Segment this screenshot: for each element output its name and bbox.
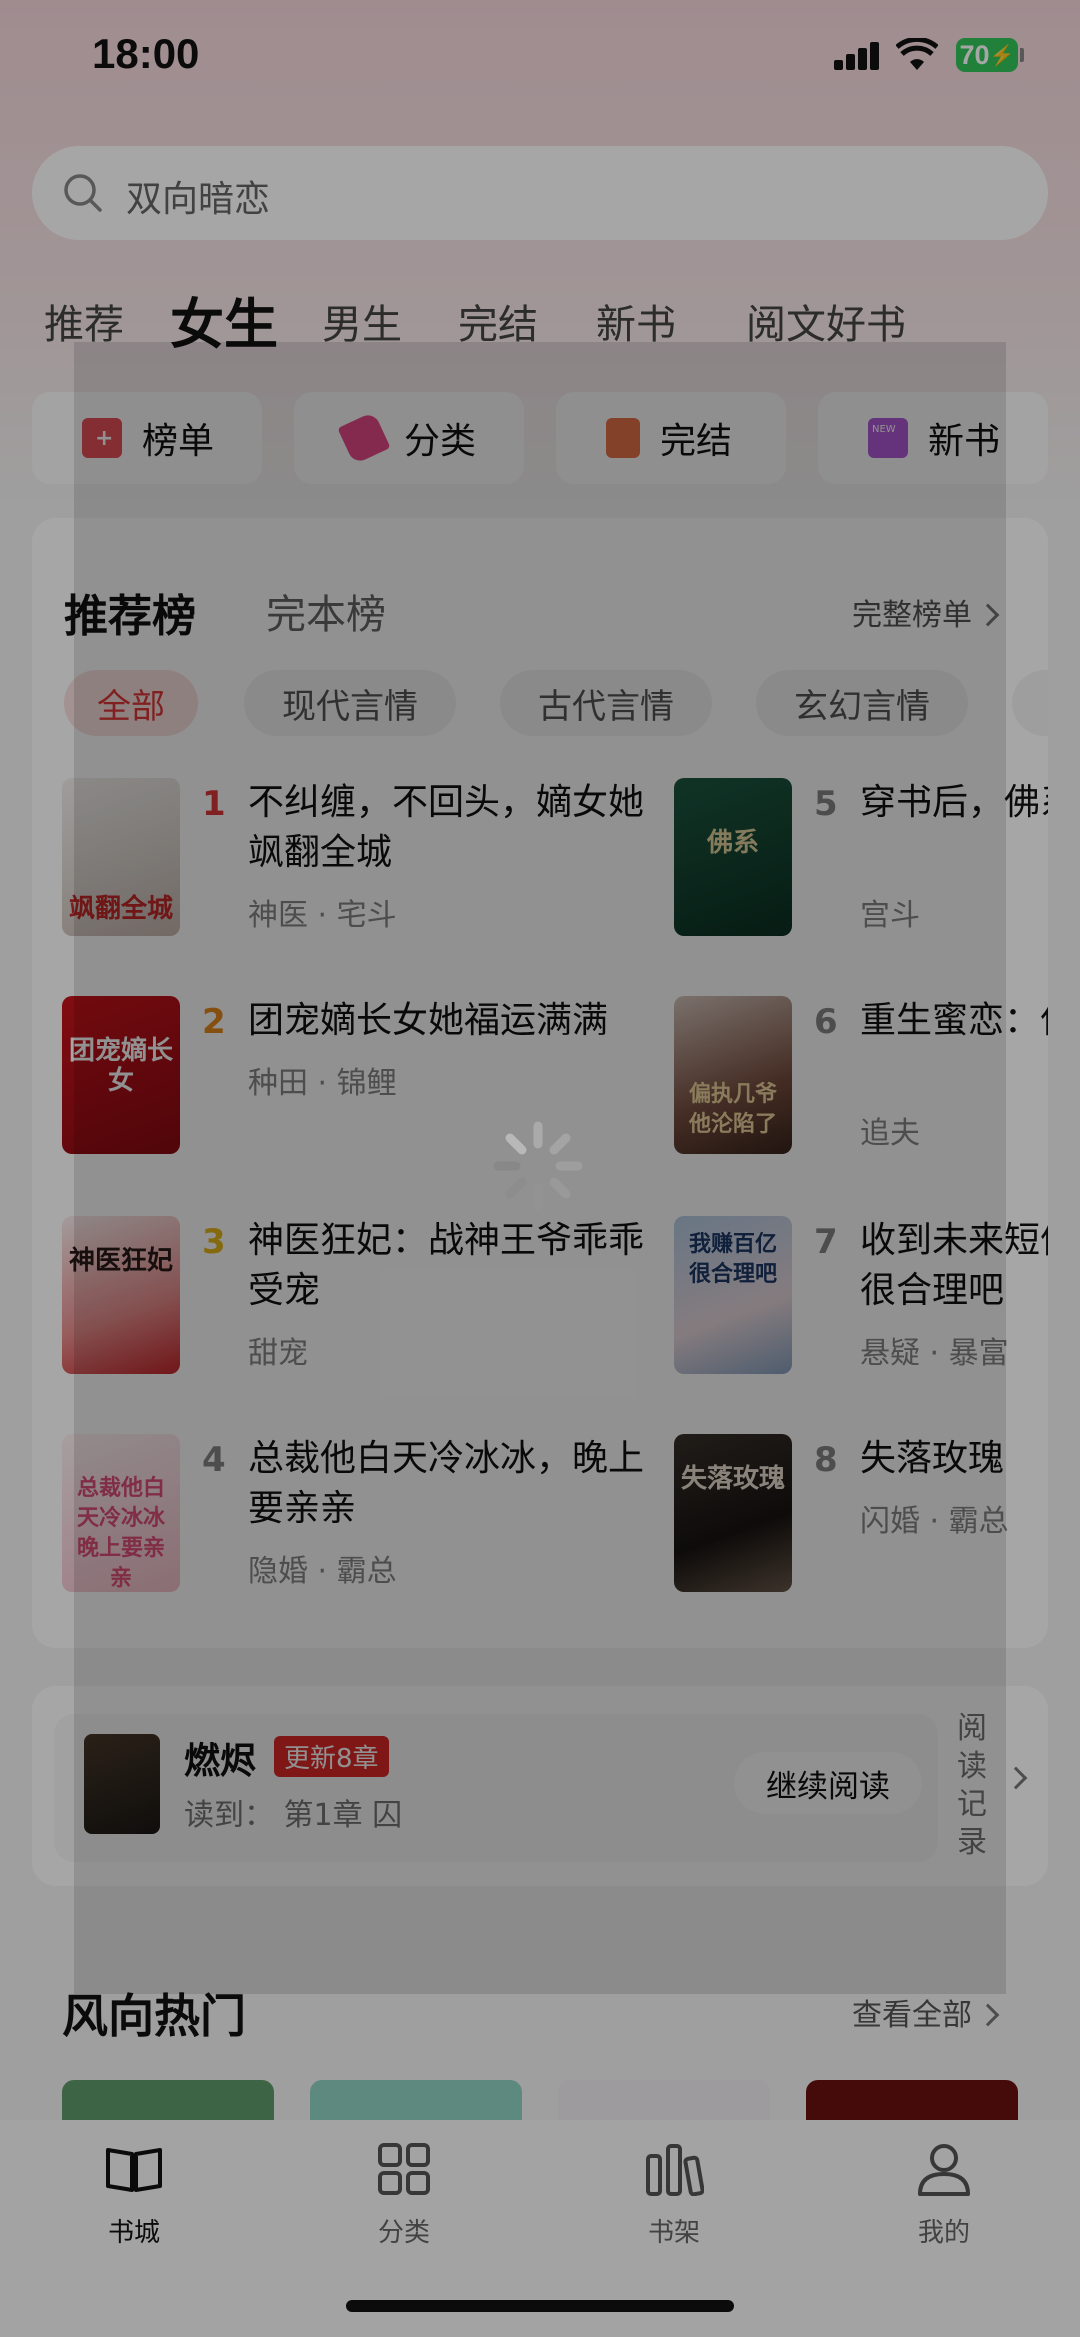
loading-spinner-icon bbox=[493, 1121, 583, 1211]
